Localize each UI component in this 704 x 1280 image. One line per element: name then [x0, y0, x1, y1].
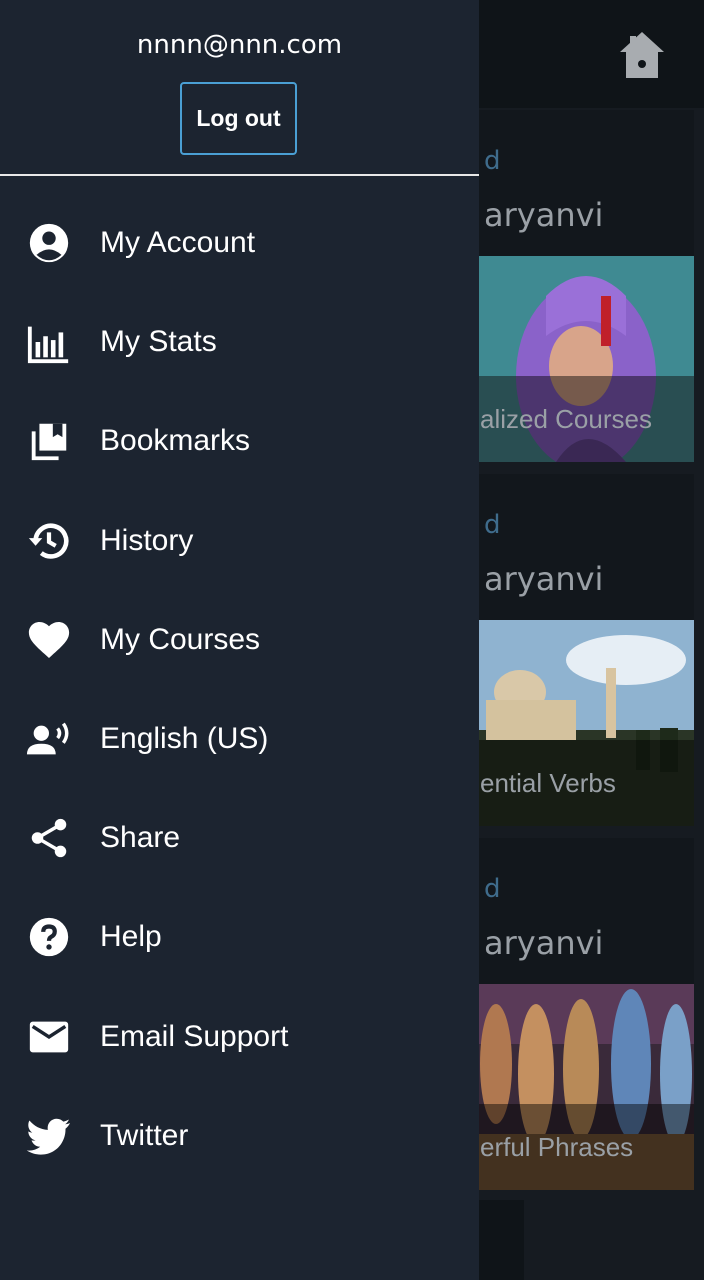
- card-image: erful Phrases: [476, 984, 694, 1190]
- voice-language-icon: [26, 716, 72, 762]
- menu-item-label: History: [100, 523, 194, 557]
- card-language: aryanvi: [484, 560, 604, 598]
- menu-item-my-courses[interactable]: My Courses: [0, 591, 479, 690]
- menu-item-label: My Account: [100, 226, 256, 259]
- menu-item-label: My Courses: [100, 622, 261, 656]
- menu-item-my-stats[interactable]: My Stats: [0, 293, 479, 392]
- drawer-menu: My Account My Stats Bookmarks History My: [0, 194, 479, 1186]
- card-image: alized Courses: [476, 256, 694, 462]
- menu-item-twitter[interactable]: Twitter: [0, 1087, 479, 1186]
- history-icon: [26, 518, 72, 564]
- logout-button[interactable]: Log out: [180, 82, 297, 155]
- menu-item-help[interactable]: Help: [0, 888, 479, 987]
- card-caption: alized Courses: [476, 376, 694, 462]
- menu-item-label: Bookmarks: [100, 424, 251, 458]
- menu-item-history[interactable]: History: [0, 492, 479, 591]
- bookmarks-icon: [26, 418, 72, 464]
- menu-item-label: Email Support: [100, 1019, 289, 1053]
- user-email: nnnn@nnn.com: [136, 30, 343, 60]
- menu-item-label: My Stats: [100, 325, 217, 359]
- menu-item-my-account[interactable]: My Account: [0, 194, 479, 293]
- menu-item-email-support[interactable]: Email Support: [0, 988, 479, 1087]
- account-circle-icon: [26, 220, 72, 266]
- menu-item-language[interactable]: English (US): [0, 690, 479, 789]
- drawer-header: nnnn@nnn.com Log out: [0, 0, 479, 176]
- card-caption: erful Phrases: [476, 1104, 694, 1190]
- help-icon: [26, 914, 72, 960]
- card-kicker: d: [484, 146, 501, 176]
- navigation-drawer: nnnn@nnn.com Log out My Account My Stats…: [0, 0, 479, 1280]
- card-image: ential Verbs: [476, 620, 694, 826]
- menu-item-share[interactable]: Share: [0, 789, 479, 888]
- card-language: aryanvi: [484, 924, 604, 962]
- twitter-icon: [26, 1113, 72, 1159]
- card-kicker: d: [484, 510, 501, 540]
- menu-item-bookmarks[interactable]: Bookmarks: [0, 392, 479, 491]
- card-language: aryanvi: [484, 196, 604, 234]
- menu-item-label: English (US): [100, 721, 269, 755]
- heart-icon: [26, 617, 72, 663]
- card-caption: ential Verbs: [476, 740, 694, 826]
- stats-bar-chart-icon: [26, 319, 72, 365]
- email-icon: [26, 1014, 72, 1060]
- card-kicker: d: [484, 874, 501, 904]
- menu-item-label: Help: [100, 920, 162, 954]
- share-icon: [26, 815, 72, 861]
- home-icon[interactable]: [618, 30, 666, 82]
- menu-item-label: Share: [100, 821, 181, 855]
- menu-item-label: Twitter: [100, 1118, 189, 1152]
